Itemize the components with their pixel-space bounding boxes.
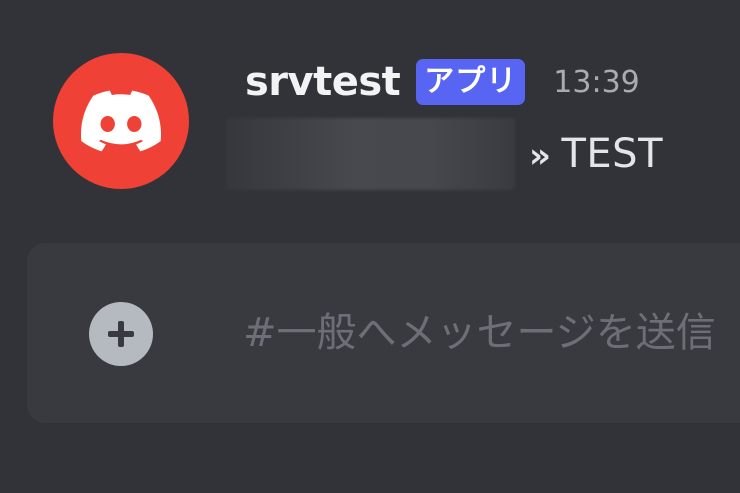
message-body: TEST — [561, 131, 663, 177]
message-composer — [27, 243, 740, 423]
add-attachment-button[interactable] — [89, 302, 153, 366]
message-text: » TEST — [529, 131, 663, 177]
redacted-content — [225, 118, 515, 190]
message-item: srvtest アプリ 13:39 » TEST — [0, 0, 740, 220]
chat-window: srvtest アプリ 13:39 » TEST — [0, 0, 740, 493]
timestamp[interactable]: 13:39 — [553, 65, 639, 100]
message-input[interactable] — [243, 293, 740, 373]
discord-logo-icon — [81, 90, 161, 152]
quote-arrow: » — [529, 136, 552, 176]
message-content: » TEST — [225, 118, 663, 190]
app-badge: アプリ — [416, 59, 526, 105]
username[interactable]: srvtest — [245, 59, 401, 105]
avatar[interactable] — [53, 53, 189, 189]
plus-icon — [108, 321, 134, 347]
message-header: srvtest アプリ 13:39 — [245, 56, 640, 108]
